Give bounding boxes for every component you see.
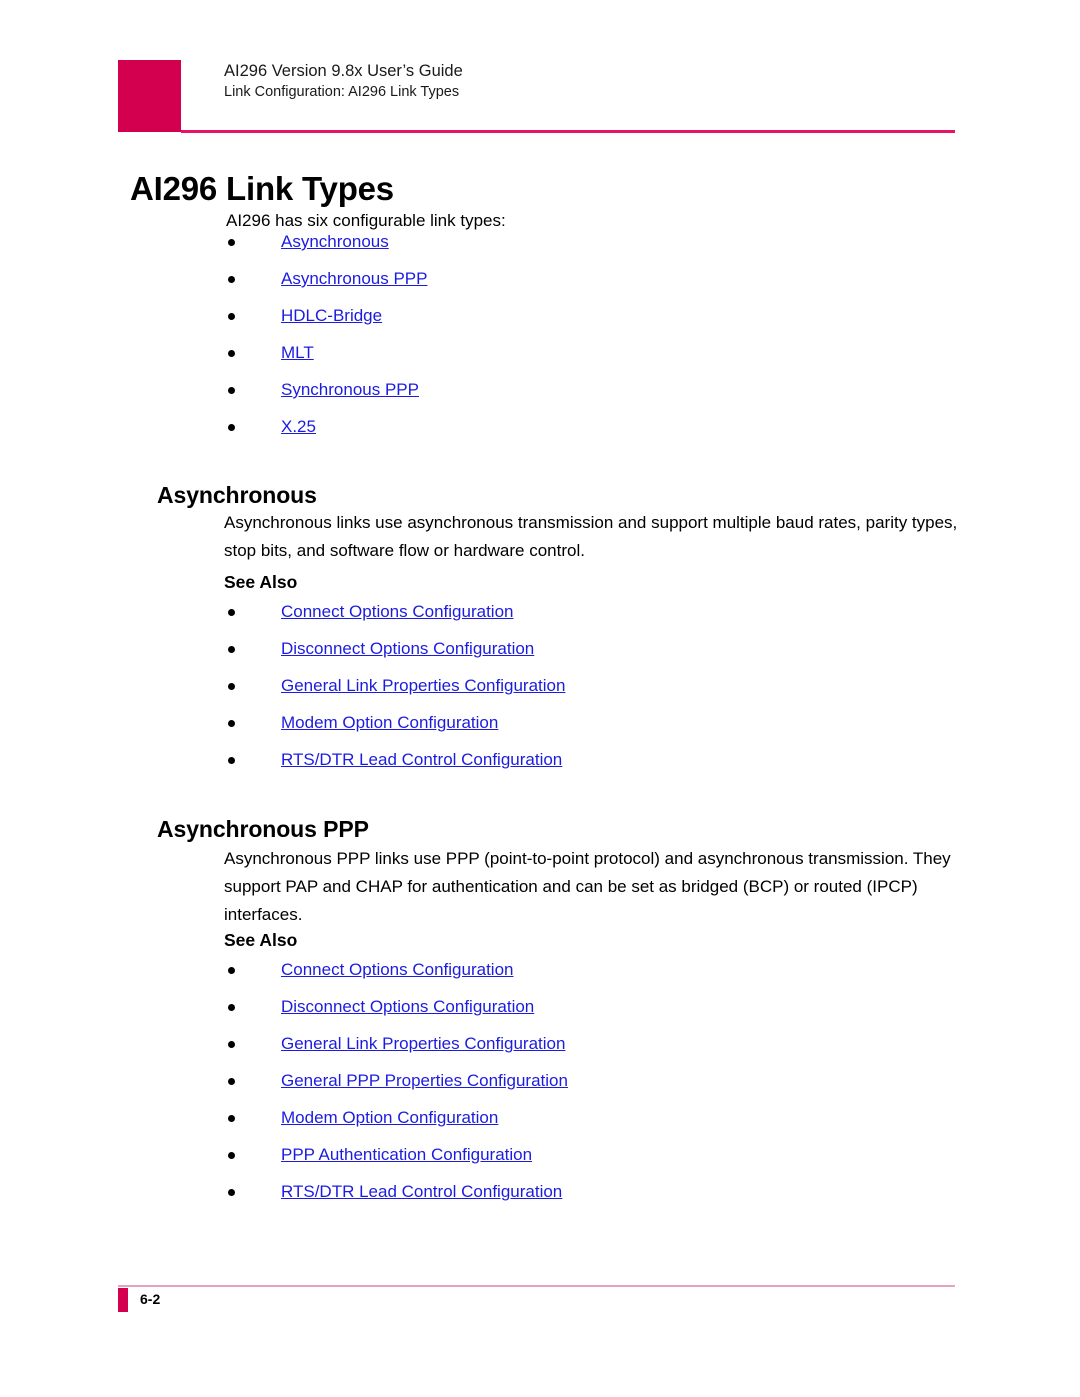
bullet-icon (228, 1152, 235, 1159)
page-title: AI296 Link Types (130, 170, 394, 208)
bullet-icon (228, 609, 235, 616)
section-body-asynchronous: Asynchronous links use asynchronous tran… (224, 513, 958, 560)
list-item: Disconnect Options Configuration (228, 637, 565, 660)
see-also-ppp-modem-option-configuration[interactable]: Modem Option Configuration (281, 1108, 498, 1127)
list-item: MLT (228, 341, 427, 364)
see-also-rts-dtr-lead-control-configuration[interactable]: RTS/DTR Lead Control Configuration (281, 750, 562, 769)
link-type-mlt[interactable]: MLT (281, 343, 314, 362)
link-type-hdlc-bridge[interactable]: HDLC-Bridge (281, 306, 382, 325)
running-header: AI296 Version 9.8x User’s Guide Link Con… (0, 0, 1080, 140)
list-item: Modem Option Configuration (228, 711, 565, 734)
see-also-disconnect-options-configuration[interactable]: Disconnect Options Configuration (281, 639, 534, 658)
section-heading-asynchronous-ppp: Asynchronous PPP (157, 816, 369, 843)
bullet-icon (228, 424, 235, 431)
header-divider (181, 130, 955, 133)
bullet-icon (228, 683, 235, 690)
document-page: AI296 Version 9.8x User’s Guide Link Con… (0, 0, 1080, 1397)
list-item: Connect Options Configuration (228, 600, 565, 623)
bullet-icon (228, 1115, 235, 1122)
list-item: Synchronous PPP (228, 378, 427, 401)
footer-divider (118, 1285, 955, 1287)
bullet-icon (228, 967, 235, 974)
bullet-icon (228, 350, 235, 357)
bullet-icon (228, 239, 235, 246)
bullet-icon (228, 387, 235, 394)
bullet-icon (228, 313, 235, 320)
see-also-modem-option-configuration[interactable]: Modem Option Configuration (281, 713, 498, 732)
section-body-asynchronous-ppp: Asynchronous PPP links use PPP (point-to… (224, 849, 951, 924)
see-also-ppp-connect-options-configuration[interactable]: Connect Options Configuration (281, 960, 513, 979)
header-breadcrumb: Link Configuration: AI296 Link Types (224, 84, 460, 100)
header-accent-block (118, 60, 181, 132)
see-also-ppp-rts-dtr-lead-control-configuration[interactable]: RTS/DTR Lead Control Configuration (281, 1182, 562, 1201)
see-also-list-asynchronous-ppp: Connect Options Configuration Disconnect… (228, 958, 568, 1217)
list-item: HDLC-Bridge (228, 304, 427, 327)
header-text: AI296 Version 9.8x User’s Guide Link Con… (224, 60, 924, 103)
bullet-icon (228, 720, 235, 727)
bullet-icon (228, 1189, 235, 1196)
list-item: RTS/DTR Lead Control Configuration (228, 1180, 568, 1203)
bullet-icon (228, 276, 235, 283)
link-type-synchronous-ppp[interactable]: Synchronous PPP (281, 380, 419, 399)
list-item: Asynchronous PPP (228, 267, 427, 290)
see-also-ppp-authentication-configuration[interactable]: PPP Authentication Configuration (281, 1145, 532, 1164)
see-also-general-link-properties-configuration[interactable]: General Link Properties Configuration (281, 676, 565, 695)
link-type-asynchronous[interactable]: Asynchronous (281, 232, 389, 251)
bullet-icon (228, 1041, 235, 1048)
page-number: 6-2 (140, 1291, 161, 1307)
bullet-icon (228, 1078, 235, 1085)
section-heading-asynchronous: Asynchronous (157, 482, 317, 509)
link-type-x25[interactable]: X.25 (281, 417, 316, 436)
list-item: General Link Properties Configuration (228, 674, 565, 697)
list-item: PPP Authentication Configuration (228, 1143, 568, 1166)
bullet-icon (228, 1004, 235, 1011)
bullet-icon (228, 646, 235, 653)
bullet-icon (228, 757, 235, 764)
link-types-list: Asynchronous Asynchronous PPP HDLC-Bridg… (228, 230, 427, 452)
footer-accent-block (118, 1288, 128, 1312)
see-also-ppp-general-link-properties-configuration[interactable]: General Link Properties Configuration (281, 1034, 565, 1053)
list-item: Asynchronous (228, 230, 427, 253)
list-item: Modem Option Configuration (228, 1106, 568, 1129)
list-item: X.25 (228, 415, 427, 438)
list-item: Connect Options Configuration (228, 958, 568, 981)
header-guide-title: AI296 Version 9.8x User’s Guide (224, 62, 463, 80)
list-item: RTS/DTR Lead Control Configuration (228, 748, 565, 771)
list-item: General Link Properties Configuration (228, 1032, 568, 1055)
see-also-ppp-general-ppp-properties-configuration[interactable]: General PPP Properties Configuration (281, 1071, 568, 1090)
list-item: General PPP Properties Configuration (228, 1069, 568, 1092)
see-also-connect-options-configuration[interactable]: Connect Options Configuration (281, 602, 513, 621)
list-item: Disconnect Options Configuration (228, 995, 568, 1018)
see-also-ppp-disconnect-options-configuration[interactable]: Disconnect Options Configuration (281, 997, 534, 1016)
link-type-asynchronous-ppp[interactable]: Asynchronous PPP (281, 269, 427, 288)
see-also-label-asynchronous: See Also (224, 572, 298, 592)
see-also-list-asynchronous: Connect Options Configuration Disconnect… (228, 600, 565, 785)
see-also-label-asynchronous-ppp: See Also (224, 930, 298, 950)
